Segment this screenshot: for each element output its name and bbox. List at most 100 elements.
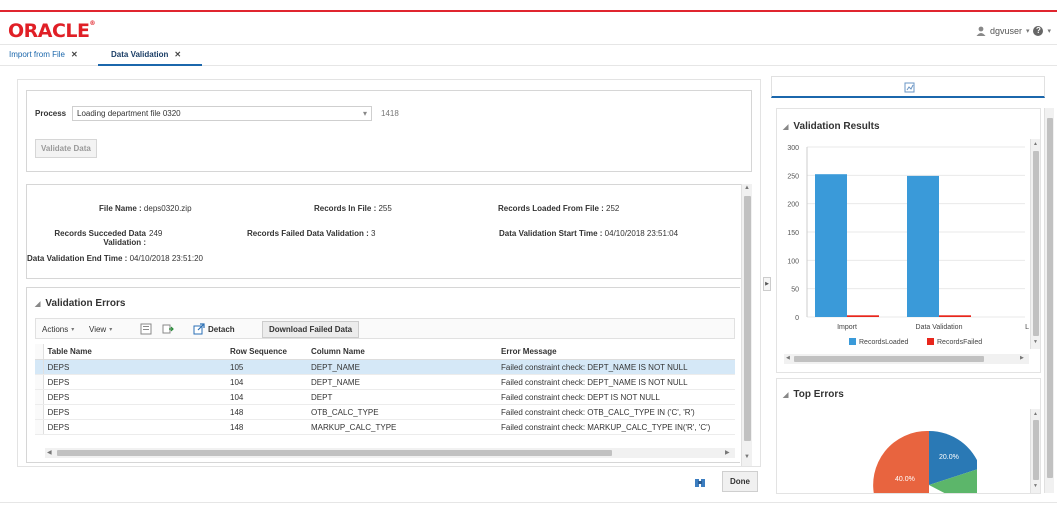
records-in-file-value: 255 xyxy=(378,204,392,213)
scrollbar-thumb[interactable] xyxy=(1033,151,1039,336)
collapse-triangle-icon[interactable]: ◢ xyxy=(783,124,788,131)
chevron-right-icon[interactable]: ▶ xyxy=(1020,355,1024,361)
scrollbar-thumb[interactable] xyxy=(57,450,612,456)
chevron-down-icon: ▾ xyxy=(109,327,113,333)
legend-swatch xyxy=(849,338,856,345)
y-tick-label: 50 xyxy=(791,287,799,294)
validation-errors-title: Validation Errors xyxy=(45,298,126,309)
page-vertical-scrollbar[interactable] xyxy=(1044,108,1054,493)
chevron-up-icon[interactable]: ▲ xyxy=(1033,411,1038,417)
process-select-value: Loading department file 0320 xyxy=(77,109,181,118)
bar-recordsfailed xyxy=(847,315,879,317)
user-icon xyxy=(976,26,986,36)
validation-results-panel: ◢ Validation Results 0 50 100 150 200 250 300 Im… xyxy=(776,108,1041,373)
row-header[interactable] xyxy=(35,419,44,435)
tab-bar: Import from File ✕ Data Validation ✕ xyxy=(0,44,1057,66)
collapse-triangle-icon[interactable]: ◢ xyxy=(35,301,40,308)
download-failed-data-button[interactable]: Download Failed Data xyxy=(262,321,360,338)
detach-icon xyxy=(193,323,205,335)
records-succeeded-value: 249 xyxy=(149,229,163,238)
errors-table-wrap: Table Name Row Sequence Column Name Erro… xyxy=(35,344,735,446)
table-cell: 148 xyxy=(226,419,307,435)
scrollbar-thumb[interactable] xyxy=(744,196,751,441)
table-cell: DEPS xyxy=(43,389,226,405)
validate-data-button[interactable]: Validate Data xyxy=(35,139,97,158)
table-cell: 104 xyxy=(226,389,307,405)
horizontal-scrollbar[interactable]: ◀ ▶ xyxy=(45,448,735,458)
binoculars-icon xyxy=(695,479,705,487)
close-icon[interactable]: ✕ xyxy=(71,50,78,59)
column-header-row-sequence[interactable]: Row Sequence xyxy=(226,344,307,360)
y-tick-label: 100 xyxy=(787,258,799,265)
y-tick-label: 0 xyxy=(795,315,799,322)
chevron-down-icon: ▾ xyxy=(71,327,75,333)
tab-label[interactable]: Import from File xyxy=(9,50,65,59)
table-cell: Failed constraint check: DEPT IS NOT NUL… xyxy=(497,389,735,405)
export-icon[interactable] xyxy=(140,323,152,337)
table-row[interactable]: DEPS 148 MARKUP_CALC_TYPE Failed constra… xyxy=(35,419,735,435)
column-header-table-name[interactable]: Table Name xyxy=(43,344,226,360)
row-header[interactable] xyxy=(35,389,44,405)
chevron-down-icon[interactable]: ▾ xyxy=(1047,27,1051,35)
records-loaded-field: Records Loaded From File : 252 xyxy=(498,204,619,213)
chevron-down-icon[interactable]: ▾ xyxy=(363,109,367,118)
vertical-scrollbar[interactable]: ▲ ▼ xyxy=(1030,139,1040,349)
x-tick-label: Import xyxy=(837,324,857,331)
records-succeeded-label: Records Succeded Data Validation : xyxy=(46,229,146,247)
table-row[interactable]: DEPS 104 DEPT_NAME Failed constraint che… xyxy=(35,374,735,390)
row-header[interactable] xyxy=(35,374,44,390)
freeze-icon[interactable] xyxy=(162,323,174,337)
column-header-column-name[interactable]: Column Name xyxy=(307,344,497,360)
column-header-error-message[interactable]: Error Message xyxy=(497,344,735,360)
scrollbar-thumb[interactable] xyxy=(1047,118,1053,478)
vertical-scrollbar[interactable]: ▲ ▼ xyxy=(741,184,752,466)
row-header-spacer xyxy=(35,344,44,360)
process-select[interactable]: Loading department file 0320 ▾ xyxy=(72,106,372,121)
splitter-toggle[interactable]: ▶ xyxy=(763,277,771,291)
chevron-right-icon[interactable]: ▶ xyxy=(725,449,730,456)
close-icon[interactable]: ✕ xyxy=(174,50,181,59)
user-menu[interactable]: dgvuser ▾ ? ▾ xyxy=(976,26,1051,36)
vertical-scrollbar[interactable]: ▲ ▼ xyxy=(1030,409,1040,493)
chevron-up-icon[interactable]: ▲ xyxy=(1033,141,1038,147)
horizontal-scrollbar[interactable]: ◀ ▶ xyxy=(784,354,1029,364)
tab-data-validation[interactable]: Data Validation ✕ xyxy=(111,50,181,59)
collapse-triangle-icon[interactable]: ◢ xyxy=(783,392,788,399)
chevron-up-icon[interactable]: ▲ xyxy=(744,185,750,191)
process-label: Process xyxy=(35,109,67,118)
tab-import-from-file[interactable]: Import from File ✕ xyxy=(9,50,78,59)
actions-menu[interactable]: Actions ▾ xyxy=(42,325,74,334)
actions-menu-label: Actions xyxy=(42,325,69,334)
validation-results-header[interactable]: ◢ Validation Results xyxy=(783,121,880,132)
validation-errors-header[interactable]: ◢ Validation Errors xyxy=(35,298,125,309)
chevron-down-icon[interactable]: ▼ xyxy=(1033,339,1038,345)
table-row[interactable]: DEPS 104 DEPT Failed constraint check: D… xyxy=(35,389,735,405)
legend-label: RecordsFailed xyxy=(937,339,982,346)
row-header[interactable] xyxy=(35,359,44,375)
detach-button[interactable]: Detach xyxy=(193,323,235,335)
table-row[interactable]: DEPS 148 OTB_CALC_TYPE Failed constraint… xyxy=(35,404,735,420)
help-icon[interactable]: ? xyxy=(1033,26,1044,36)
chevron-left-icon[interactable]: ◀ xyxy=(786,355,790,361)
right-panel-tab[interactable] xyxy=(771,76,1045,98)
chevron-down-icon[interactable]: ▾ xyxy=(1026,27,1030,35)
top-errors-header[interactable]: ◢ Top Errors xyxy=(783,389,844,400)
table-cell: DEPS xyxy=(43,419,226,435)
chevron-left-icon[interactable]: ◀ xyxy=(47,449,52,456)
table-row[interactable]: DEPS 105 DEPT_NAME Failed constraint che… xyxy=(35,359,735,375)
chevron-down-icon[interactable]: ▼ xyxy=(1033,483,1038,489)
scrollbar-thumb[interactable] xyxy=(794,356,984,362)
table-cell: DEPT_NAME xyxy=(307,374,497,390)
tab-label[interactable]: Data Validation xyxy=(111,50,168,59)
row-header[interactable] xyxy=(35,404,44,420)
scrollbar-thumb[interactable] xyxy=(1033,420,1039,480)
view-menu[interactable]: View ▾ xyxy=(89,325,112,334)
username[interactable]: dgvuser xyxy=(990,26,1022,36)
table-cell: 105 xyxy=(226,359,307,375)
chevron-down-icon[interactable]: ▼ xyxy=(744,454,750,460)
done-button[interactable]: Done xyxy=(722,471,758,492)
table-cell: 104 xyxy=(226,374,307,390)
records-loaded-value: 252 xyxy=(606,204,620,213)
recent-activity-icon[interactable] xyxy=(694,476,706,490)
table-cell: DEPS xyxy=(43,404,226,420)
